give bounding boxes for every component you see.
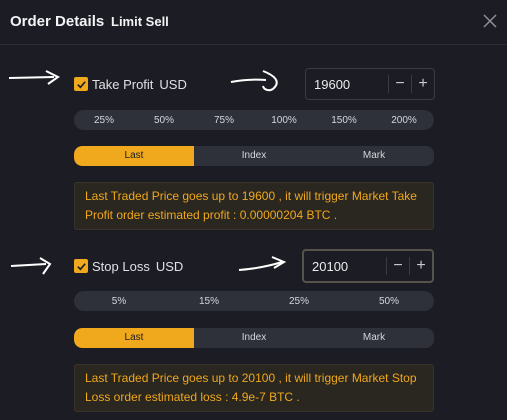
stop-loss-pct-option[interactable]: 50%	[344, 296, 434, 307]
take-profit-price-type-selector: Last Index Mark	[74, 146, 434, 166]
take-profit-minus-button[interactable]: −	[389, 75, 411, 93]
header-divider	[0, 44, 507, 45]
stop-loss-pct-option[interactable]: 25%	[254, 296, 344, 307]
take-profit-stepper[interactable]: 19600 − +	[305, 68, 435, 100]
order-type-label: Limit Sell	[111, 14, 169, 29]
dialog-title: Order Details	[10, 13, 105, 30]
take-profit-pct-option[interactable]: 50%	[134, 115, 194, 126]
stop-loss-label: Stop Loss	[92, 258, 150, 274]
take-profit-plus-button[interactable]: +	[412, 75, 434, 93]
take-profit-checkbox[interactable]	[74, 77, 88, 91]
stop-loss-price-type-selector: Last Index Mark	[74, 328, 434, 348]
stop-loss-unit: USD	[155, 258, 184, 274]
dialog-header: Order Details Limit Sell	[0, 0, 507, 44]
annotation-arrow-icon	[230, 70, 278, 92]
take-profit-input[interactable]: 19600	[306, 77, 388, 92]
take-profit-pct-option[interactable]: 150%	[314, 115, 374, 126]
stop-loss-index-tab[interactable]: Index	[194, 328, 314, 348]
stop-loss-stepper[interactable]: 20100 − +	[302, 249, 434, 283]
take-profit-last-tab[interactable]: Last	[74, 146, 194, 166]
take-profit-label: Take Profit	[92, 76, 154, 92]
take-profit-pct-option[interactable]: 25%	[74, 115, 134, 126]
take-profit-pct-option[interactable]: 100%	[254, 115, 314, 126]
annotation-arrow-icon	[238, 256, 287, 271]
stop-loss-info-box: Last Traded Price goes up to 20100 , it …	[74, 364, 434, 412]
stop-loss-toggle[interactable]: Stop Loss USD	[74, 257, 183, 275]
take-profit-pct-option[interactable]: 75%	[194, 115, 254, 126]
stop-loss-pct-option[interactable]: 5%	[74, 296, 164, 307]
stop-loss-input[interactable]: 20100	[304, 259, 386, 274]
take-profit-unit: USD	[159, 76, 187, 92]
take-profit-pct-option[interactable]: 200%	[374, 115, 434, 126]
take-profit-index-tab[interactable]: Index	[194, 146, 314, 166]
stop-loss-plus-button[interactable]: +	[410, 257, 432, 275]
stop-loss-last-tab[interactable]: Last	[74, 328, 194, 348]
stop-loss-mark-tab[interactable]: Mark	[314, 328, 434, 348]
stop-loss-checkbox[interactable]	[74, 259, 88, 273]
take-profit-toggle[interactable]: Take Profit USD	[74, 75, 187, 93]
annotation-arrow-icon	[8, 70, 60, 85]
stop-loss-minus-button[interactable]: −	[387, 257, 409, 275]
take-profit-percentage-bar: 25% 50% 75% 100% 150% 200%	[74, 110, 434, 130]
annotation-arrow-icon	[10, 257, 52, 275]
take-profit-info-box: Last Traded Price goes up to 19600 , it …	[74, 182, 434, 230]
stop-loss-pct-option[interactable]: 15%	[164, 296, 254, 307]
stop-loss-percentage-bar: 5% 15% 25% 50%	[74, 291, 434, 311]
close-icon[interactable]	[480, 11, 500, 31]
take-profit-mark-tab[interactable]: Mark	[314, 146, 434, 166]
